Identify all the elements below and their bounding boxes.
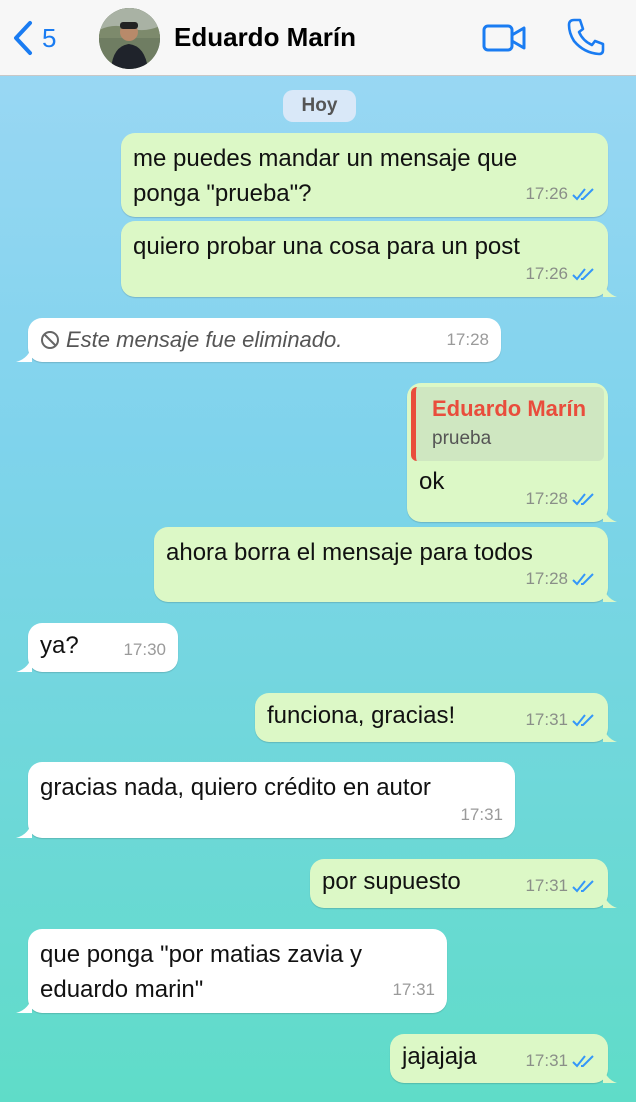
message-meta: 17:26 (525, 176, 596, 211)
message-time: 17:26 (525, 184, 568, 203)
message-time: 17:26 (525, 264, 568, 283)
message-incoming[interactable]: gracias nada, quiero crédito en autor 17… (16, 762, 515, 838)
date-separator: Hoy (283, 90, 356, 122)
message-incoming[interactable]: que ponga "por matias zavia y eduardo ma… (16, 929, 447, 1013)
message-outgoing[interactable]: funciona, gracias! 17:31 (255, 693, 617, 742)
quoted-message[interactable]: Eduardo Marín prueba (411, 387, 604, 461)
bubble-tail (16, 995, 32, 1013)
read-ticks-icon (572, 492, 594, 505)
unread-count: 5 (42, 22, 57, 53)
message-time: 17:30 (123, 640, 166, 659)
contact-name[interactable]: Eduardo Marín (174, 22, 356, 53)
back-button[interactable]: 5 (10, 18, 56, 58)
message-meta: 17:26 (525, 256, 596, 291)
message-text: Este mensaje fue eliminado. (66, 327, 343, 352)
message-outgoing[interactable]: jajajaja 17:31 (390, 1034, 617, 1083)
read-ticks-icon (572, 714, 594, 727)
message-time: 17:31 (525, 1051, 568, 1070)
message-incoming-deleted[interactable]: Este mensaje fue eliminado. 17:28 (16, 318, 501, 362)
message-meta: 17:28 (446, 322, 489, 358)
message-meta: 17:28 (525, 561, 596, 596)
message-time: 17:31 (392, 980, 435, 999)
message-time: 17:31 (525, 876, 568, 895)
read-ticks-icon (572, 267, 594, 280)
message-meta: 17:31 (525, 703, 596, 737)
read-ticks-icon (572, 880, 594, 893)
read-ticks-icon (572, 1055, 594, 1068)
message-meta: 17:31 (525, 869, 596, 903)
read-ticks-icon (572, 187, 594, 200)
bubble-tail (16, 344, 32, 362)
message-outgoing[interactable]: me puedes mandar un mensaje que ponga "p… (121, 133, 608, 217)
quoted-text: prueba (432, 428, 492, 449)
bubble-tail (603, 1065, 617, 1083)
message-outgoing[interactable]: por supuesto 17:31 (310, 859, 617, 908)
message-meta: 17:28 (525, 481, 596, 516)
message-time: 17:31 (460, 805, 503, 824)
message-meta: 17:31 (392, 972, 435, 1007)
chevron-left-icon (14, 21, 32, 55)
message-outgoing[interactable]: quiero probar una cosa para un post 17:2… (121, 221, 617, 297)
video-call-button[interactable] (482, 22, 528, 54)
message-text: gracias nada, quiero crédito en autor (40, 774, 431, 801)
message-outgoing[interactable]: ahora borra el mensaje para todos 17:28 (154, 527, 617, 602)
message-time: 17:31 (525, 710, 568, 729)
phone-icon (567, 18, 605, 56)
bubble-tail (603, 279, 617, 297)
quoted-author: Eduardo Marín (432, 396, 587, 421)
bubble-tail (603, 584, 617, 602)
message-time: 17:28 (525, 489, 568, 508)
message-time: 17:28 (525, 569, 568, 588)
message-outgoing-reply[interactable]: Eduardo Marín prueba ok 17:28 (407, 383, 617, 522)
bubble-tail (16, 820, 32, 838)
bubble-tail (603, 504, 617, 522)
blocked-icon (41, 331, 59, 349)
chat-header: 5 Eduardo Marín (0, 0, 636, 76)
bubble-tail (16, 654, 32, 672)
voice-call-button[interactable] (566, 17, 606, 57)
message-incoming[interactable]: ya? 17:30 (16, 623, 178, 672)
message-meta: 17:30 (123, 633, 166, 667)
message-meta: 17:31 (460, 797, 503, 832)
read-ticks-icon (572, 572, 594, 585)
message-time: 17:28 (446, 330, 489, 349)
message-text: que ponga "por matias zavia y eduardo ma… (40, 941, 363, 1003)
avatar[interactable] (99, 8, 160, 69)
bubble-tail (603, 724, 617, 742)
video-camera-icon (482, 24, 526, 52)
bubble-tail (603, 890, 617, 908)
avatar-photo (99, 8, 160, 69)
message-meta: 17:31 (525, 1044, 596, 1078)
